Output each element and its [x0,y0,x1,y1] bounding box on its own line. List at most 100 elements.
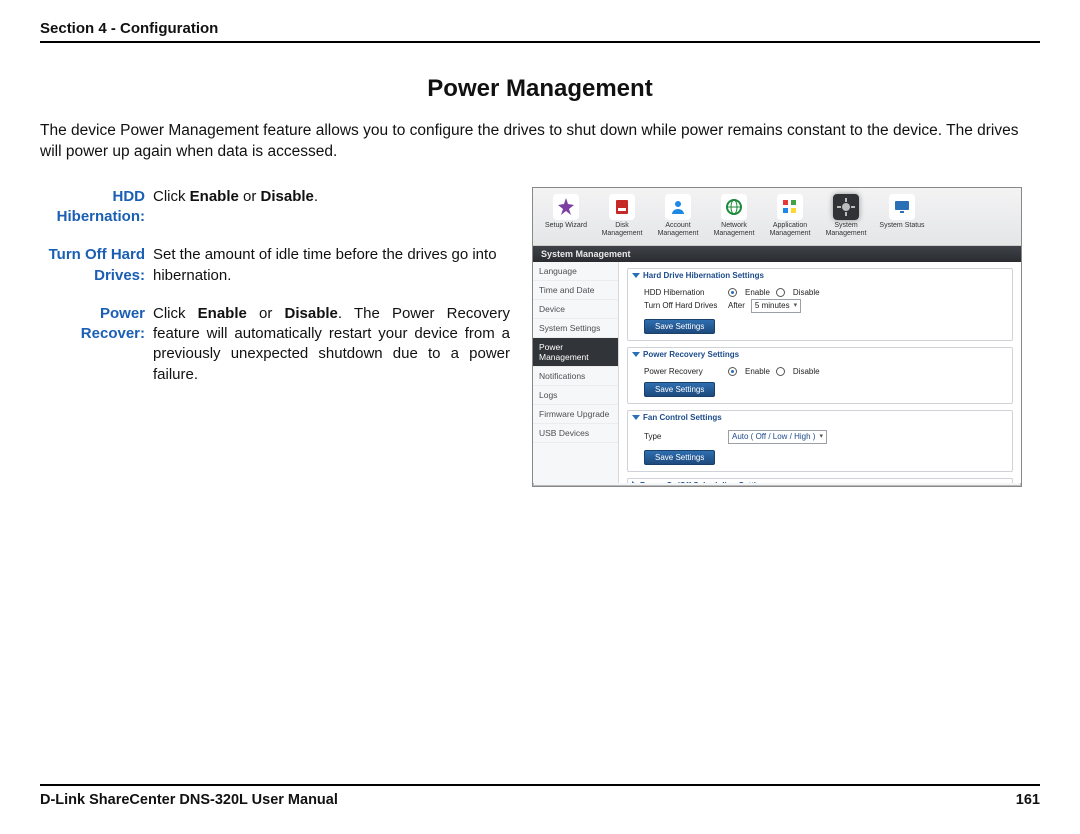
screenshot-body: Language Time and Date Device System Set… [533,262,1021,483]
section-header: Section 4 - Configuration [40,20,1040,43]
label: System Status [879,222,924,230]
bold: Disable [261,188,314,205]
label: Type [644,432,722,441]
label: Turn Off Hard Drives [644,301,722,310]
label: Disk Management [597,222,647,237]
menu-device[interactable]: Device [533,300,618,319]
grid-icon [781,198,799,216]
label: Network Management [709,222,759,237]
apps-icon [777,194,803,220]
menu-system-settings[interactable]: System Settings [533,319,618,338]
def-value-power-recover: Click Enable or Disable. The Power Recov… [153,304,510,385]
text: Click [153,188,190,205]
definition-list: HDD Hibernation: Click Enable or Disable… [40,187,510,385]
bold: Enable [190,188,239,205]
group-body: HDD Hibernation Enable Disable Turn Off … [628,282,1012,340]
menu-logs[interactable]: Logs [533,386,618,405]
wizard-icon [557,198,575,216]
radio-enable[interactable] [728,288,737,297]
save-button[interactable]: Save Settings [644,450,715,465]
group-power-recovery: Power Recovery Settings Power Recovery E… [627,347,1013,404]
toolbar-setup-wizard[interactable]: Setup Wizard [541,194,591,243]
settings-panel: Hard Drive Hibernation Settings HDD Hibe… [619,262,1021,483]
menu-usb-devices[interactable]: USB Devices [533,424,618,443]
menu-time-date[interactable]: Time and Date [533,281,618,300]
gear-icon [833,194,859,220]
group-body: Power Recovery Enable Disable Save Setti… [628,361,1012,403]
account-icon [665,194,691,220]
row-fan-type: Type Auto ( Off / Low / High ) [644,430,1002,444]
text: or [239,188,261,205]
menu-firmware-upgrade[interactable]: Firmware Upgrade [533,405,618,424]
gear-icon [837,198,855,216]
side-menu: Language Time and Date Device System Set… [533,262,619,483]
save-button[interactable]: Save Settings [644,319,715,334]
label: HDD Hibernation [644,288,722,297]
turnoff-select[interactable]: 5 minutes [751,299,801,313]
group-header[interactable]: Fan Control Settings [628,411,1012,424]
toolbar-system-management[interactable]: System Management [821,194,871,243]
menu-power-management[interactable]: Power Management [533,338,618,367]
page-footer: D-Link ShareCenter DNS-320L User Manual … [40,784,1040,808]
toolbar-system-status[interactable]: System Status [877,194,927,243]
radio-disable[interactable] [776,367,785,376]
footer-title: D-Link ShareCenter DNS-320L User Manual [40,792,338,808]
fan-type-select[interactable]: Auto ( Off / Low / High ) [728,430,827,444]
label: Power Recovery [644,367,722,376]
radio-label-enable: Enable [745,367,770,376]
radio-enable[interactable] [728,367,737,376]
def-label-turn-off-drives: Turn Off Hard Drives: [40,245,145,286]
def-label-hdd-hibernation: HDD Hibernation: [40,187,145,228]
group-header[interactable]: Power On/Off Scheduling Settings [628,479,1012,483]
row-power-recovery: Power Recovery Enable Disable [644,367,1002,376]
embedded-screenshot: Setup Wizard Disk Management Account Man… [532,187,1022,487]
group-body: Type Auto ( Off / Low / High ) Save Sett… [628,424,1012,471]
toolbar-disk-management[interactable]: Disk Management [597,194,647,243]
text: or [247,305,285,322]
intro-paragraph: The device Power Management feature allo… [40,121,1040,163]
label: Application Management [765,222,815,237]
bold: Enable [198,305,247,322]
bold: Disable [285,305,338,322]
menu-notifications[interactable]: Notifications [533,367,618,386]
group-hdd-hibernation: Hard Drive Hibernation Settings HDD Hibe… [627,268,1013,341]
setup-wizard-icon [553,194,579,220]
group-header[interactable]: Power Recovery Settings [628,348,1012,361]
text: . [314,188,318,205]
disk-icon [609,194,635,220]
group-fan-control: Fan Control Settings Type Auto ( Off / L… [627,410,1013,472]
row-hdd-hibernation: HDD Hibernation Enable Disable [644,288,1002,297]
toolbar-application-management[interactable]: Application Management [765,194,815,243]
status-icon [889,194,915,220]
top-toolbar: Setup Wizard Disk Management Account Man… [533,188,1021,246]
toolbar-network-management[interactable]: Network Management [709,194,759,243]
save-button[interactable]: Save Settings [644,382,715,397]
page-number: 161 [1016,792,1040,808]
monitor-icon [893,198,911,216]
globe-icon [725,198,743,216]
page-title: Power Management [40,75,1040,103]
toolbar-account-management[interactable]: Account Management [653,194,703,243]
radio-disable[interactable] [776,288,785,297]
text: Click [153,305,198,322]
radio-label-disable: Disable [793,288,820,297]
def-value-hdd-hibernation: Click Enable or Disable. [153,187,510,228]
radio-label-enable: Enable [745,288,770,297]
network-icon [721,194,747,220]
radio-label-disable: Disable [793,367,820,376]
menu-language[interactable]: Language [533,262,618,281]
label: Setup Wizard [545,222,587,230]
group-header[interactable]: Hard Drive Hibernation Settings [628,269,1012,282]
def-value-turn-off-drives: Set the amount of idle time before the d… [153,245,510,286]
label: System Management [821,222,871,237]
section-ribbon: System Management [533,246,1021,262]
group-power-scheduling: Power On/Off Scheduling Settings [627,478,1013,483]
definitions-column: HDD Hibernation: Click Enable or Disable… [40,187,510,487]
prefix: After [728,301,745,310]
hdd-icon [613,198,631,216]
label: Account Management [653,222,703,237]
content-columns: HDD Hibernation: Click Enable or Disable… [40,187,1040,487]
document-page: Section 4 - Configuration Power Manageme… [0,0,1080,834]
row-turn-off-drives: Turn Off Hard Drives After 5 minutes [644,299,1002,313]
user-icon [669,198,687,216]
